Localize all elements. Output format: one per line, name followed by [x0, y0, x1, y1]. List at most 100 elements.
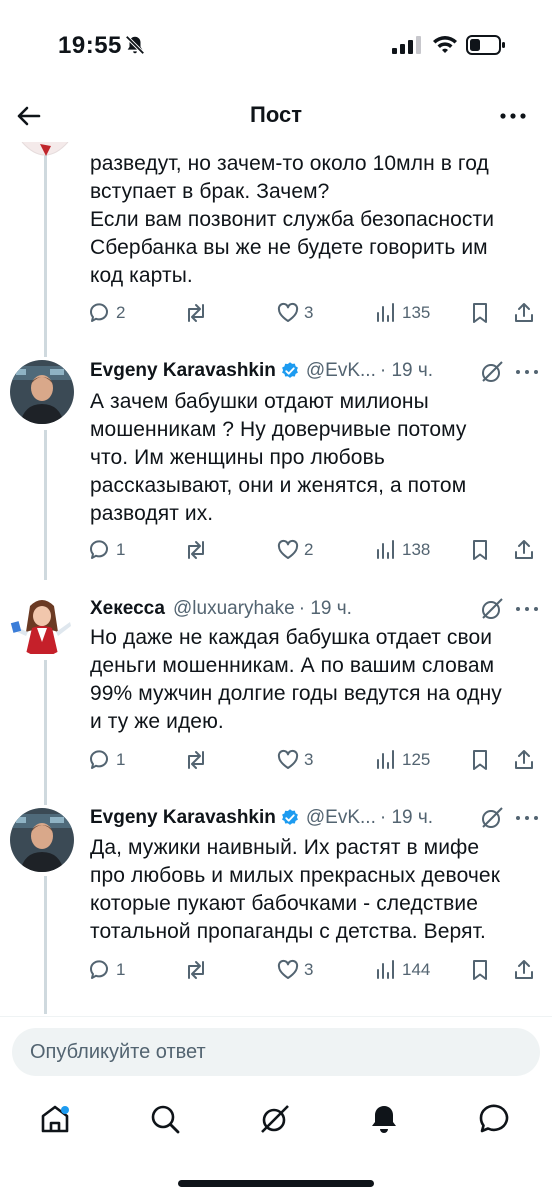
tweet-text: Но даже не каждая бабушка отдает свои де…: [90, 626, 502, 733]
tweet-actions: 1 2 138: [88, 535, 548, 565]
like-button[interactable]: 2: [276, 535, 313, 565]
verified-icon: [281, 362, 298, 378]
bookmark-button[interactable]: [468, 955, 492, 985]
share-button[interactable]: [512, 745, 536, 775]
tweet-actions: 1 3 125: [88, 745, 548, 775]
share-icon: [515, 303, 533, 322]
retweet-button[interactable]: [184, 955, 208, 985]
thread-line: [44, 430, 47, 580]
tweet-actions: 1 3 144: [88, 955, 548, 985]
like-button[interactable]: 3: [276, 298, 313, 328]
reply-icon: [89, 960, 108, 979]
more-icon[interactable]: [498, 102, 528, 130]
views-icon: [377, 540, 394, 559]
reply-button[interactable]: 1: [88, 745, 125, 775]
bookmark-icon: [473, 960, 487, 980]
thread-line: [44, 660, 47, 805]
bookmark-button[interactable]: [468, 745, 492, 775]
tweet-text: Да, мужики наивный. Их растят в мифе про…: [90, 836, 501, 943]
reply-button[interactable]: 2: [88, 298, 125, 328]
home-indicator: [178, 1180, 374, 1187]
signal-icon: [392, 36, 421, 54]
verified-icon: [281, 809, 298, 825]
views-icon: [377, 960, 394, 979]
reply-icon: [89, 303, 108, 322]
tweet-time: · 19 ч.: [379, 807, 434, 828]
like-icon: [277, 539, 299, 559]
wifi-icon: [433, 36, 457, 53]
retweet-icon: [188, 541, 204, 559]
like-icon: [277, 749, 299, 769]
grok-tab-icon[interactable]: [258, 1102, 292, 1136]
retweet-button[interactable]: [184, 745, 208, 775]
share-icon: [515, 750, 533, 769]
views-button[interactable]: 125: [374, 745, 430, 775]
search-icon[interactable]: [148, 1102, 182, 1136]
thread-line: [44, 142, 47, 357]
retweet-button[interactable]: [184, 298, 208, 328]
retweet-icon: [188, 751, 204, 769]
avatar[interactable]: [20, 142, 70, 160]
reply-bar: Опубликуйте ответ: [0, 1016, 552, 1088]
home-icon[interactable]: [38, 1102, 72, 1136]
status-time: 19:55: [58, 32, 122, 59]
bookmark-icon: [473, 540, 487, 560]
avatar[interactable]: [10, 592, 74, 656]
views-button[interactable]: 144: [374, 955, 430, 985]
reply-button[interactable]: 1: [88, 535, 125, 565]
bookmark-button[interactable]: [468, 298, 492, 328]
share-icon: [515, 960, 533, 979]
tweet-time: · 19 ч.: [298, 598, 352, 619]
share-icon: [515, 540, 533, 559]
status-bar: 19:55: [0, 0, 552, 90]
avatar[interactable]: [10, 808, 74, 872]
share-button[interactable]: [512, 535, 536, 565]
reply-icon: [89, 750, 108, 769]
tweet-author-row: Evgeny Karavashkin @EvK... · 19 ч.: [90, 356, 433, 386]
views-icon: [377, 750, 394, 769]
author-name[interactable]: Хекесса: [90, 598, 165, 620]
author-name[interactable]: Evgeny Karavashkin: [90, 360, 276, 382]
tweet-time: · 19 ч.: [379, 360, 434, 381]
retweet-icon: [188, 304, 204, 322]
bookmark-icon: [473, 303, 487, 323]
messages-icon[interactable]: [477, 1102, 511, 1136]
notifications-icon[interactable]: [367, 1102, 401, 1136]
share-button[interactable]: [512, 955, 536, 985]
like-icon: [277, 302, 299, 322]
more-icon[interactable]: [514, 360, 540, 384]
bookmark-icon: [473, 750, 487, 770]
reply-input[interactable]: Опубликуйте ответ: [12, 1028, 540, 1076]
tab-bar: [0, 1088, 552, 1158]
tweet-author-row: Evgeny Karavashkin @EvK... · 19 ч.: [90, 803, 433, 833]
like-button[interactable]: 3: [276, 955, 313, 985]
grok-icon[interactable]: [480, 360, 504, 384]
tweet-text: разведут, но зачем-то около 10млн в год …: [90, 152, 495, 287]
retweet-icon: [188, 961, 204, 979]
grok-icon[interactable]: [480, 597, 504, 621]
reply-button[interactable]: 1: [88, 955, 125, 985]
page-title: Пост: [250, 102, 302, 127]
like-button[interactable]: 3: [276, 745, 313, 775]
more-icon[interactable]: [514, 806, 540, 830]
views-icon: [377, 303, 394, 322]
tweet-author-row: Хекесса @luxuaryhake · 19 ч.: [90, 594, 352, 624]
views-button[interactable]: 135: [374, 298, 430, 328]
author-handle[interactable]: @EvK...: [306, 807, 376, 829]
bell-off-icon: [125, 35, 145, 55]
grok-icon[interactable]: [480, 806, 504, 830]
bookmark-button[interactable]: [468, 535, 492, 565]
author-handle[interactable]: @EvK...: [306, 360, 376, 382]
tweet-actions: 2 3 135: [88, 298, 548, 328]
views-button[interactable]: 138: [374, 535, 430, 565]
share-button[interactable]: [512, 298, 536, 328]
author-handle[interactable]: @luxuaryhake: [173, 598, 295, 620]
author-name[interactable]: Evgeny Karavashkin: [90, 807, 276, 829]
avatar[interactable]: [10, 360, 74, 424]
retweet-button[interactable]: [184, 535, 208, 565]
tweet-text: А зачем бабушки отдают милионы мошенника…: [90, 390, 467, 525]
thread-line: [44, 876, 47, 1014]
reply-icon: [89, 540, 108, 559]
battery-icon: [466, 35, 505, 55]
more-icon[interactable]: [514, 597, 540, 621]
